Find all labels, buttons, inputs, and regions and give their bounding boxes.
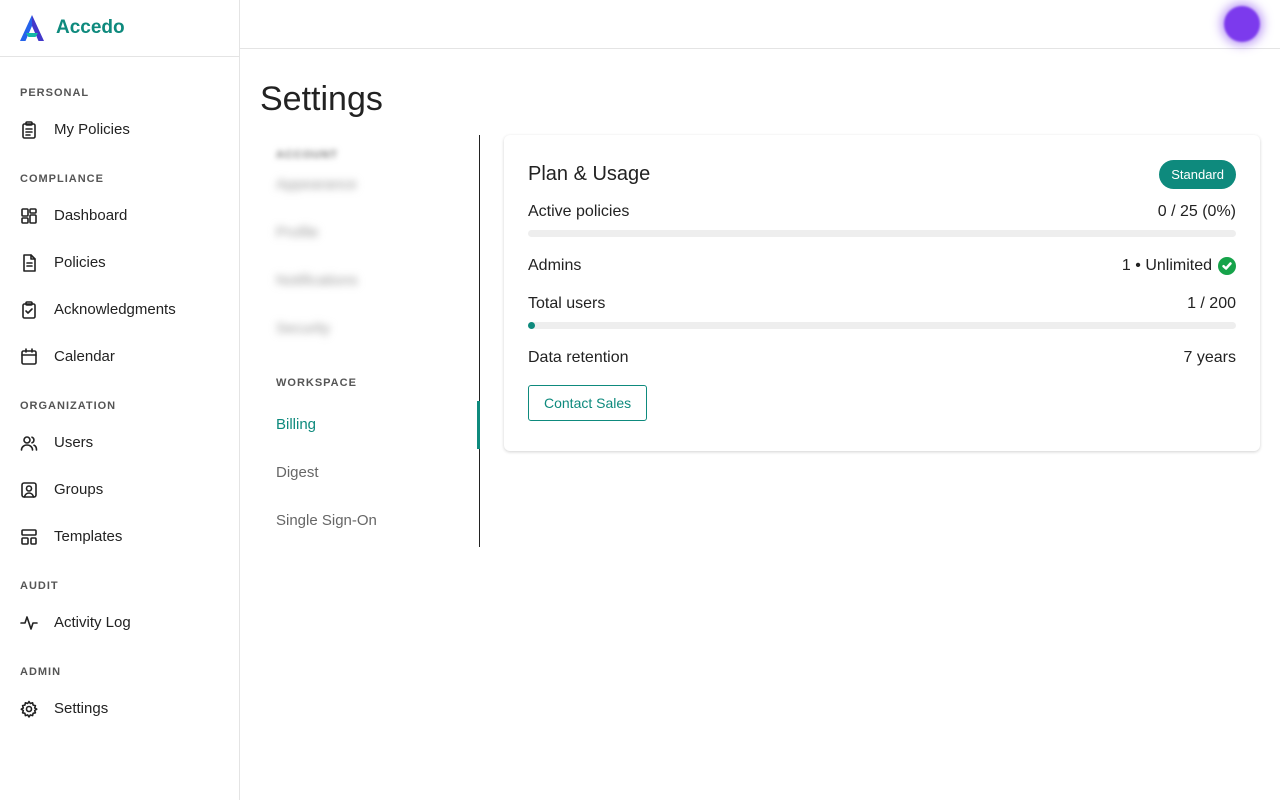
progress-track bbox=[528, 322, 1236, 329]
brand[interactable]: Accedo bbox=[0, 0, 239, 57]
sidebar-item-label: My Policies bbox=[54, 121, 130, 138]
sidebar-item-users[interactable]: Users bbox=[0, 419, 239, 466]
group-icon bbox=[20, 481, 38, 499]
nav-heading: ADMIN bbox=[20, 666, 62, 678]
document-icon bbox=[20, 253, 38, 272]
sidebar-item-label: Groups bbox=[54, 481, 104, 498]
avatar[interactable] bbox=[1224, 6, 1260, 42]
contact-sales-button[interactable]: Contact Sales bbox=[528, 385, 648, 421]
usage-row: Data retention 7 years bbox=[528, 349, 1236, 367]
usage-value: 7 years bbox=[1183, 349, 1236, 366]
templates-icon bbox=[20, 528, 38, 546]
sidebar-item-activity-log[interactable]: Activity Log bbox=[0, 599, 239, 646]
dashboard-icon bbox=[20, 207, 38, 225]
nav-section-personal: PERSONAL My Policies bbox=[0, 75, 239, 153]
sidebar-item-templates[interactable]: Templates bbox=[0, 513, 239, 560]
usage-label: Total users bbox=[528, 295, 606, 312]
sidebar-item-acknowledgments[interactable]: Acknowledgments bbox=[0, 286, 239, 333]
nav-heading: COMPLIANCE bbox=[20, 173, 104, 185]
users-icon bbox=[20, 434, 38, 452]
settings-nav-item-digest[interactable]: Digest bbox=[260, 449, 479, 497]
settings-nav-item-blurred[interactable]: Appearance bbox=[260, 161, 479, 209]
nav-section-compliance: COMPLIANCE Dashboard Policies Acknowledg… bbox=[0, 161, 239, 380]
topbar bbox=[240, 0, 1280, 49]
settings-nav: ACCOUNT Appearance Profile Notifications… bbox=[260, 135, 480, 547]
progress-track bbox=[528, 230, 1236, 237]
sidebar-item-label: Settings bbox=[54, 700, 109, 717]
card-title: Plan & Usage bbox=[528, 162, 651, 185]
sidebar: Accedo PERSONAL My Policies COMPLIANCE D… bbox=[0, 0, 240, 800]
brand-name: Accedo bbox=[56, 17, 125, 38]
admins-block: Admins 1 • Unlimited bbox=[528, 257, 1236, 275]
sidebar-item-label: Activity Log bbox=[54, 614, 131, 631]
sidebar-item-my-policies[interactable]: My Policies bbox=[0, 106, 239, 153]
sidebar-item-calendar[interactable]: Calendar bbox=[0, 333, 239, 380]
usage-value: 1 • Unlimited bbox=[1121, 257, 1212, 274]
usage-label: Active policies bbox=[528, 203, 630, 220]
gear-icon bbox=[20, 700, 38, 718]
calendar-icon bbox=[20, 347, 38, 366]
card-header: Plan & Usage Standard bbox=[528, 159, 1236, 189]
usage-label: Data retention bbox=[528, 349, 629, 366]
nav-section-audit: AUDIT Activity Log bbox=[0, 568, 239, 646]
nav-heading: AUDIT bbox=[20, 580, 59, 592]
sidebar-item-label: Acknowledgments bbox=[54, 301, 176, 318]
active-policies-block: Active policies 0 / 25 (0%) bbox=[528, 203, 1236, 237]
nav-heading: ORGANIZATION bbox=[20, 400, 117, 412]
plan-badge: Standard bbox=[1159, 159, 1236, 189]
sidebar-item-groups[interactable]: Groups bbox=[0, 466, 239, 513]
usage-value: 1 / 200 bbox=[1187, 295, 1236, 312]
settings-nav-item-sso[interactable]: Single Sign-On bbox=[260, 497, 479, 545]
sidebar-item-dashboard[interactable]: Dashboard bbox=[0, 192, 239, 239]
usage-label: Admins bbox=[528, 257, 582, 274]
usage-value-wrap: 1 • Unlimited bbox=[1122, 257, 1236, 275]
check-circle-icon bbox=[1218, 257, 1236, 275]
usage-row: Admins 1 • Unlimited bbox=[528, 257, 1236, 275]
total-users-block: Total users 1 / 200 bbox=[528, 295, 1236, 329]
sidebar-item-label: Policies bbox=[54, 254, 106, 271]
settings-nav-heading-workspace: WORKSPACE bbox=[276, 377, 357, 389]
plan-usage-card: Plan & Usage Standard Active policies 0 … bbox=[504, 135, 1260, 451]
retention-block: Data retention 7 years bbox=[528, 349, 1236, 367]
settings-nav-item-blurred[interactable]: Profile bbox=[260, 209, 479, 257]
sidebar-item-label: Templates bbox=[54, 528, 123, 545]
progress-fill bbox=[528, 322, 535, 329]
settings-nav-item-blurred[interactable]: Notifications bbox=[260, 257, 479, 305]
usage-row: Active policies 0 / 25 (0%) bbox=[528, 203, 1236, 221]
settings-nav-item-billing[interactable]: Billing bbox=[260, 401, 480, 449]
page-title: Settings bbox=[260, 80, 383, 118]
activity-icon bbox=[20, 614, 38, 632]
clipboard-icon bbox=[20, 120, 38, 139]
clipboard-check-icon bbox=[20, 300, 38, 319]
sidebar-item-settings[interactable]: Settings bbox=[0, 685, 239, 732]
sidebar-item-label: Calendar bbox=[54, 348, 115, 365]
nav-section-organization: ORGANIZATION Users Groups Templates bbox=[0, 388, 239, 560]
accedo-logo-icon bbox=[20, 15, 44, 41]
sidebar-item-label: Users bbox=[54, 434, 94, 451]
usage-value: 0 / 25 (0%) bbox=[1157, 203, 1236, 220]
sidebar-nav: PERSONAL My Policies COMPLIANCE Dashboar… bbox=[0, 57, 239, 732]
settings-nav-item-blurred[interactable]: Security bbox=[260, 305, 479, 353]
sidebar-item-policies[interactable]: Policies bbox=[0, 239, 239, 286]
usage-row: Total users 1 / 200 bbox=[528, 295, 1236, 313]
card-actions: Contact Sales bbox=[528, 385, 1236, 421]
settings-nav-heading-blurred: ACCOUNT bbox=[276, 149, 338, 161]
sidebar-item-label: Dashboard bbox=[54, 207, 128, 224]
nav-heading: PERSONAL bbox=[20, 87, 90, 99]
nav-section-admin: ADMIN Settings bbox=[0, 654, 239, 732]
